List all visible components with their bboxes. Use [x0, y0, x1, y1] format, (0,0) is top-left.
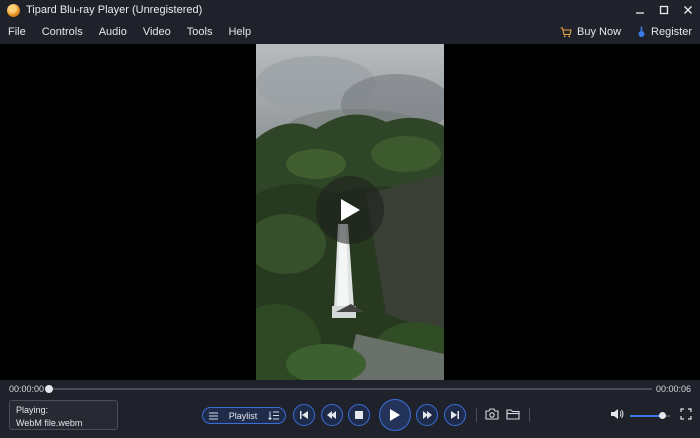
cart-icon [560, 26, 572, 37]
play-icon [341, 199, 360, 221]
app-logo-icon [7, 3, 20, 17]
volume-thumb[interactable] [658, 412, 666, 419]
volume-fill [630, 415, 662, 417]
menu-controls[interactable]: Controls [34, 26, 91, 38]
folder-icon [506, 409, 520, 420]
close-button[interactable] [676, 0, 700, 20]
total-time: 00:00:06 [655, 384, 691, 394]
toolbar-divider [476, 408, 477, 422]
stop-icon [355, 411, 363, 419]
buy-now-label: Buy Now [577, 26, 622, 38]
mute-button[interactable] [609, 407, 625, 421]
snapshot-button[interactable] [484, 407, 500, 421]
playlist-button[interactable]: Playlist [202, 407, 286, 424]
window-title: Tipard Blu-ray Player (Unregistered) [26, 4, 203, 16]
volume-icon [610, 409, 623, 419]
menu-video[interactable]: Video [135, 26, 179, 38]
now-playing-label: Playing: [16, 405, 49, 415]
minimize-icon [636, 12, 644, 14]
maximize-button[interactable] [652, 0, 676, 20]
next-button[interactable] [444, 404, 466, 426]
stop-button[interactable] [348, 404, 370, 426]
title-bar: Tipard Blu-ray Player (Unregistered) [0, 0, 700, 20]
fullscreen-button[interactable] [678, 407, 694, 421]
register-label: Register [651, 26, 692, 38]
skip-previous-icon [300, 411, 308, 419]
fast-forward-button[interactable] [416, 404, 438, 426]
menu-tools[interactable]: Tools [179, 26, 221, 38]
rewind-button[interactable] [321, 404, 343, 426]
list-icon [209, 412, 218, 419]
buy-now-button[interactable]: Buy Now [560, 26, 621, 38]
register-button[interactable]: Register [637, 26, 692, 38]
seek-thumb[interactable] [45, 385, 53, 393]
key-icon [638, 26, 645, 37]
sort-icon [268, 411, 279, 420]
current-time: 00:00:00 [9, 384, 45, 394]
seek-bar[interactable] [48, 388, 652, 390]
rewind-icon [327, 411, 336, 419]
close-icon [684, 6, 692, 14]
menu-bar: File Controls Audio Video Tools Help Buy… [0, 20, 700, 44]
previous-button[interactable] [293, 404, 315, 426]
toolbar-divider [529, 408, 530, 422]
play-icon [390, 409, 400, 421]
menu-file[interactable]: File [0, 26, 34, 38]
play-button[interactable] [379, 399, 411, 431]
big-play-button[interactable] [316, 176, 384, 244]
fast-forward-icon [423, 411, 432, 419]
camera-icon [485, 408, 499, 420]
window-controls [628, 0, 700, 20]
menu-help[interactable]: Help [220, 26, 259, 38]
fullscreen-icon [680, 408, 692, 420]
maximize-icon [659, 5, 669, 15]
video-area[interactable] [0, 44, 700, 380]
control-bar: Playing: WebM file.webm Playlist [0, 398, 700, 438]
playlist-label: Playlist [228, 410, 258, 421]
now-playing-file: WebM file.webm [16, 418, 83, 428]
seek-row: 00:00:00 00:00:06 [0, 380, 700, 398]
now-playing-box: Playing: WebM file.webm [9, 400, 118, 430]
open-folder-button[interactable] [505, 407, 521, 421]
minimize-button[interactable] [628, 0, 652, 20]
skip-next-icon [451, 411, 459, 419]
menu-actions: Buy Now Register [544, 20, 692, 44]
menu-audio[interactable]: Audio [91, 26, 135, 38]
